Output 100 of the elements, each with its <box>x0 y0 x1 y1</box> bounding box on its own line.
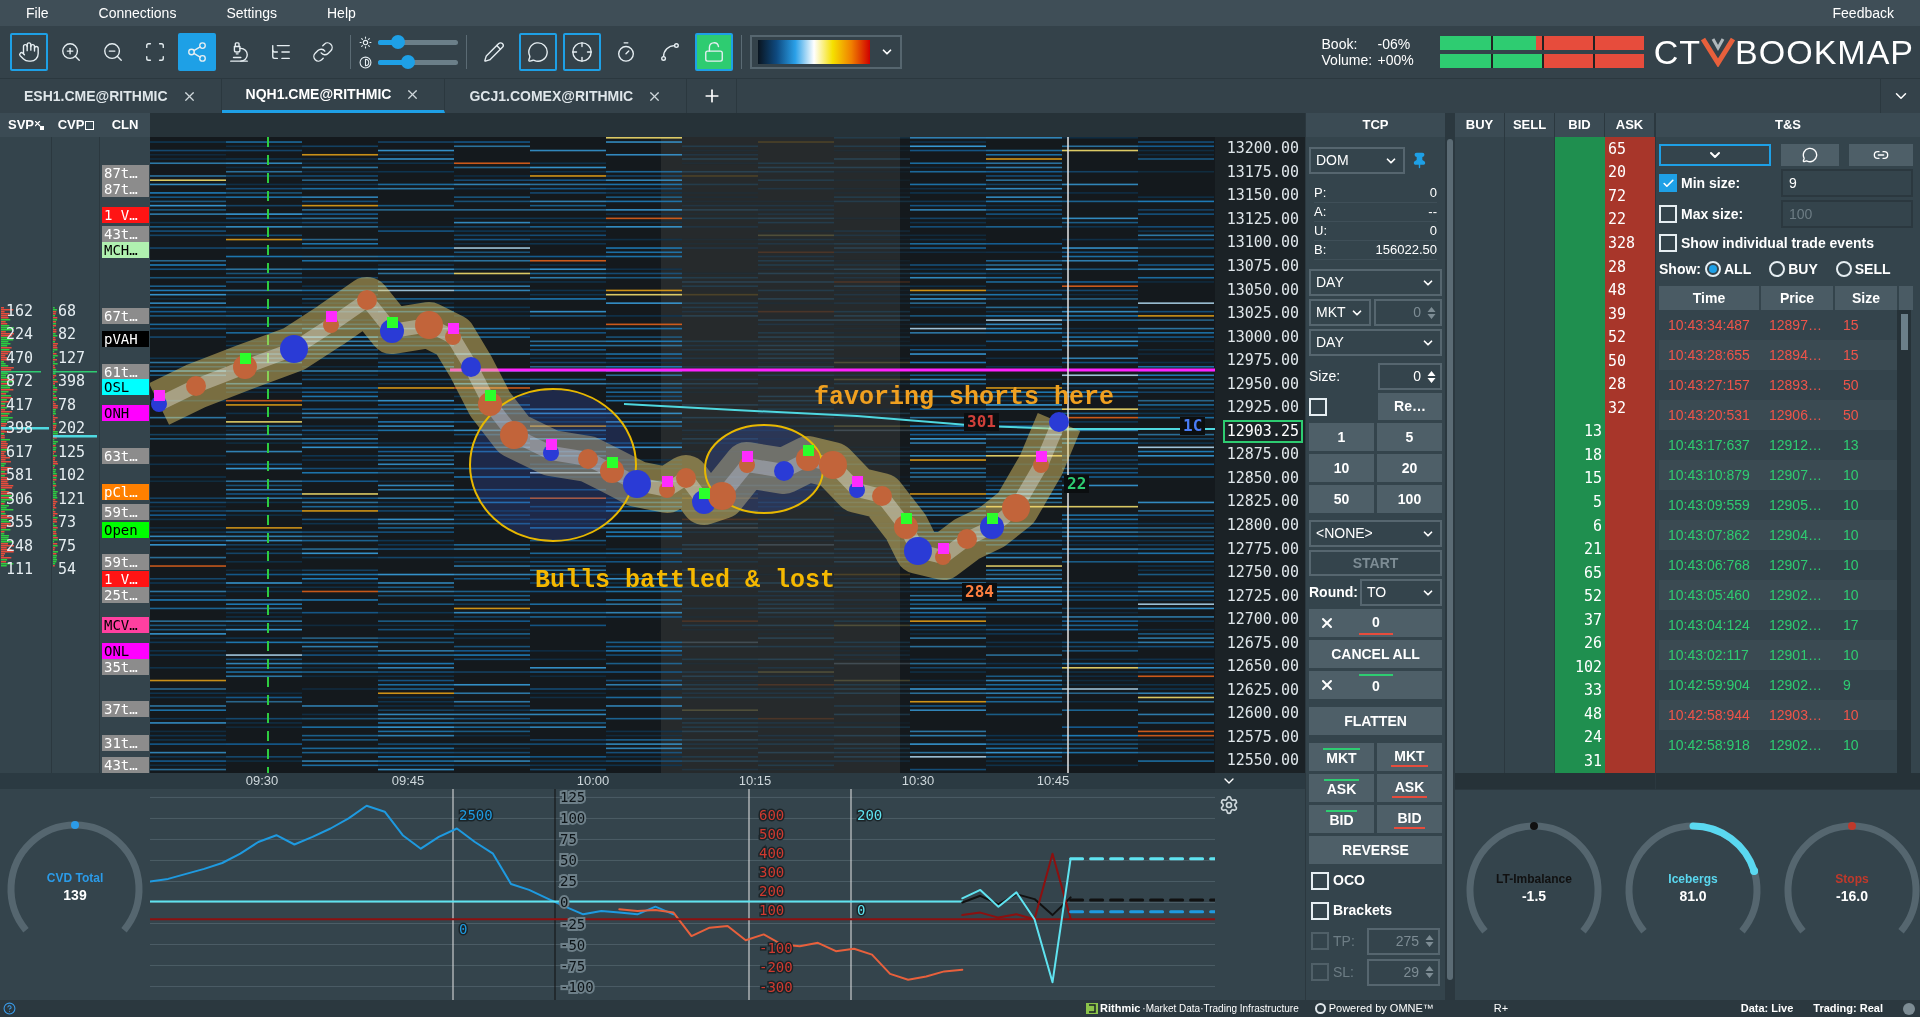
account-label: B: <box>1314 241 1327 260</box>
ask-size: 28 <box>1608 257 1627 276</box>
time-label: 10:15 <box>738 773 772 789</box>
price-level-label: 59t… <box>102 504 149 520</box>
price-label: 13025.00 <box>1225 303 1300 325</box>
price-level-label: 63t… <box>102 448 149 464</box>
profile-value: 68 <box>58 301 77 320</box>
trade-price: 12897… <box>1768 315 1823 335</box>
price-label: 12875.00 <box>1225 444 1300 466</box>
imbalance-label: Book: <box>1321 36 1359 52</box>
profile-value: 581 <box>6 466 34 485</box>
account-label: U: <box>1314 222 1327 241</box>
price-label: 12600.00 <box>1225 703 1300 725</box>
axis-label: 300 <box>759 864 785 881</box>
trade-time: 10:43:07:862 <box>1667 525 1751 545</box>
price-label: 12650.00 <box>1225 656 1300 678</box>
axis-label: 75 <box>560 831 577 848</box>
trade-price: 12912… <box>1768 435 1823 455</box>
checkbox-label: OCO <box>1333 871 1365 890</box>
brand-tagline: ·Market Data·Trading Infrastructure <box>1142 1002 1299 1016</box>
trade-price: 12907… <box>1768 555 1823 575</box>
profile-value: 417 <box>6 395 34 414</box>
trade-time: 10:42:58:944 <box>1667 705 1751 725</box>
profile-value: 202 <box>58 419 86 438</box>
price-level-label: 43t… <box>102 757 149 773</box>
price-label: 12950.00 <box>1225 373 1300 395</box>
price-label: 12903.25 <box>1222 419 1303 443</box>
axis-label: 200 <box>857 807 883 824</box>
axis-label: 0 <box>459 921 468 938</box>
ask-size: 52 <box>1608 328 1627 347</box>
account-label: A: <box>1314 203 1327 222</box>
price-level-label: 59t… <box>102 554 149 570</box>
radio-label: BUY <box>1788 259 1818 279</box>
status-text: Data: Live <box>1740 1001 1794 1017</box>
price-level-label: MCH… <box>102 242 149 258</box>
profile-value: 75 <box>58 536 77 555</box>
price-level-label: 61t… <box>102 364 149 380</box>
trade-size: 10 <box>1842 735 1859 755</box>
price-label: 12700.00 <box>1225 609 1300 631</box>
size-label: Size: <box>1309 367 1341 386</box>
profile-value: 617 <box>6 442 34 461</box>
account-label: P: <box>1314 184 1327 203</box>
status-text: Trading: Real <box>1813 1001 1883 1017</box>
gauge-value: 139 <box>63 886 87 904</box>
axis-label: -200 <box>759 959 793 976</box>
gauge-label: CVD Total <box>46 871 104 886</box>
price-level-label: pCl… <box>102 484 149 500</box>
price-label: 12725.00 <box>1225 585 1300 607</box>
imbalance-value: +00% <box>1377 52 1414 68</box>
bid-size: 26 <box>1583 634 1602 653</box>
trade-time: 10:43:20:531 <box>1667 405 1751 425</box>
axis-label: -300 <box>759 978 793 995</box>
bid-size: 31 <box>1583 752 1602 770</box>
profile-value: 872 <box>6 372 34 391</box>
logo-text: CT <box>1653 34 1702 70</box>
profile-value: 355 <box>6 513 34 532</box>
axis-label: -25 <box>560 915 586 932</box>
trade-size: 10 <box>1842 645 1859 665</box>
price-label: 12850.00 <box>1225 467 1300 489</box>
price-level-label: ONH <box>102 405 149 421</box>
round-label: Round: <box>1309 583 1358 602</box>
trade-time: 10:43:34:487 <box>1667 315 1751 335</box>
logo-text: BOOKMAP <box>1735 34 1914 70</box>
ask-size: 328 <box>1608 233 1636 252</box>
axis-label: -100 <box>759 940 793 957</box>
powered-by-text: Powered by OMNE™ <box>1328 1001 1434 1017</box>
time-label: 09:30 <box>245 773 279 789</box>
gauge-value: 81.0 <box>1679 887 1707 905</box>
price-label: 12925.00 <box>1225 397 1300 419</box>
gauge-label: Stops <box>1835 872 1869 887</box>
axis-label: 2500 <box>459 807 493 824</box>
checkbox-label: Min size: <box>1681 173 1742 193</box>
profile-value: 470 <box>6 348 34 367</box>
checkbox-label: Brackets <box>1333 901 1393 920</box>
price-level-label: 67t… <box>102 308 149 324</box>
trade-size: 9 <box>1842 675 1851 695</box>
trade-label: 22 <box>1064 475 1090 493</box>
price-label: 12575.00 <box>1225 726 1300 748</box>
status-text: R+ <box>1493 1001 1509 1017</box>
axis-label: 100 <box>560 810 586 827</box>
panel-header: TCP <box>1306 113 1445 137</box>
trade-size: 10 <box>1842 525 1859 545</box>
axis-label: 400 <box>759 845 785 862</box>
trade-price: 12902… <box>1768 675 1823 695</box>
bid-size: 65 <box>1583 563 1602 582</box>
trade-size: 10 <box>1842 555 1859 575</box>
trade-time: 10:42:58:918 <box>1667 735 1751 755</box>
price-level-label: pVAH <box>102 331 149 347</box>
account-value: 0 <box>1429 184 1437 203</box>
bid-size: 37 <box>1583 610 1602 629</box>
ask-size: 48 <box>1608 281 1627 300</box>
brand-text: Rithmic <box>1100 1001 1141 1017</box>
radio-label: ALL <box>1724 259 1752 279</box>
profile-value: 125 <box>58 442 86 461</box>
bracket-label: TP: <box>1333 931 1356 951</box>
price-label: 12750.00 <box>1225 562 1300 584</box>
price-label: 13175.00 <box>1225 161 1300 183</box>
gauge-value: -1.5 <box>1521 887 1547 905</box>
trade-time: 10:43:27:157 <box>1667 375 1751 395</box>
trade-price: 12902… <box>1768 585 1823 605</box>
